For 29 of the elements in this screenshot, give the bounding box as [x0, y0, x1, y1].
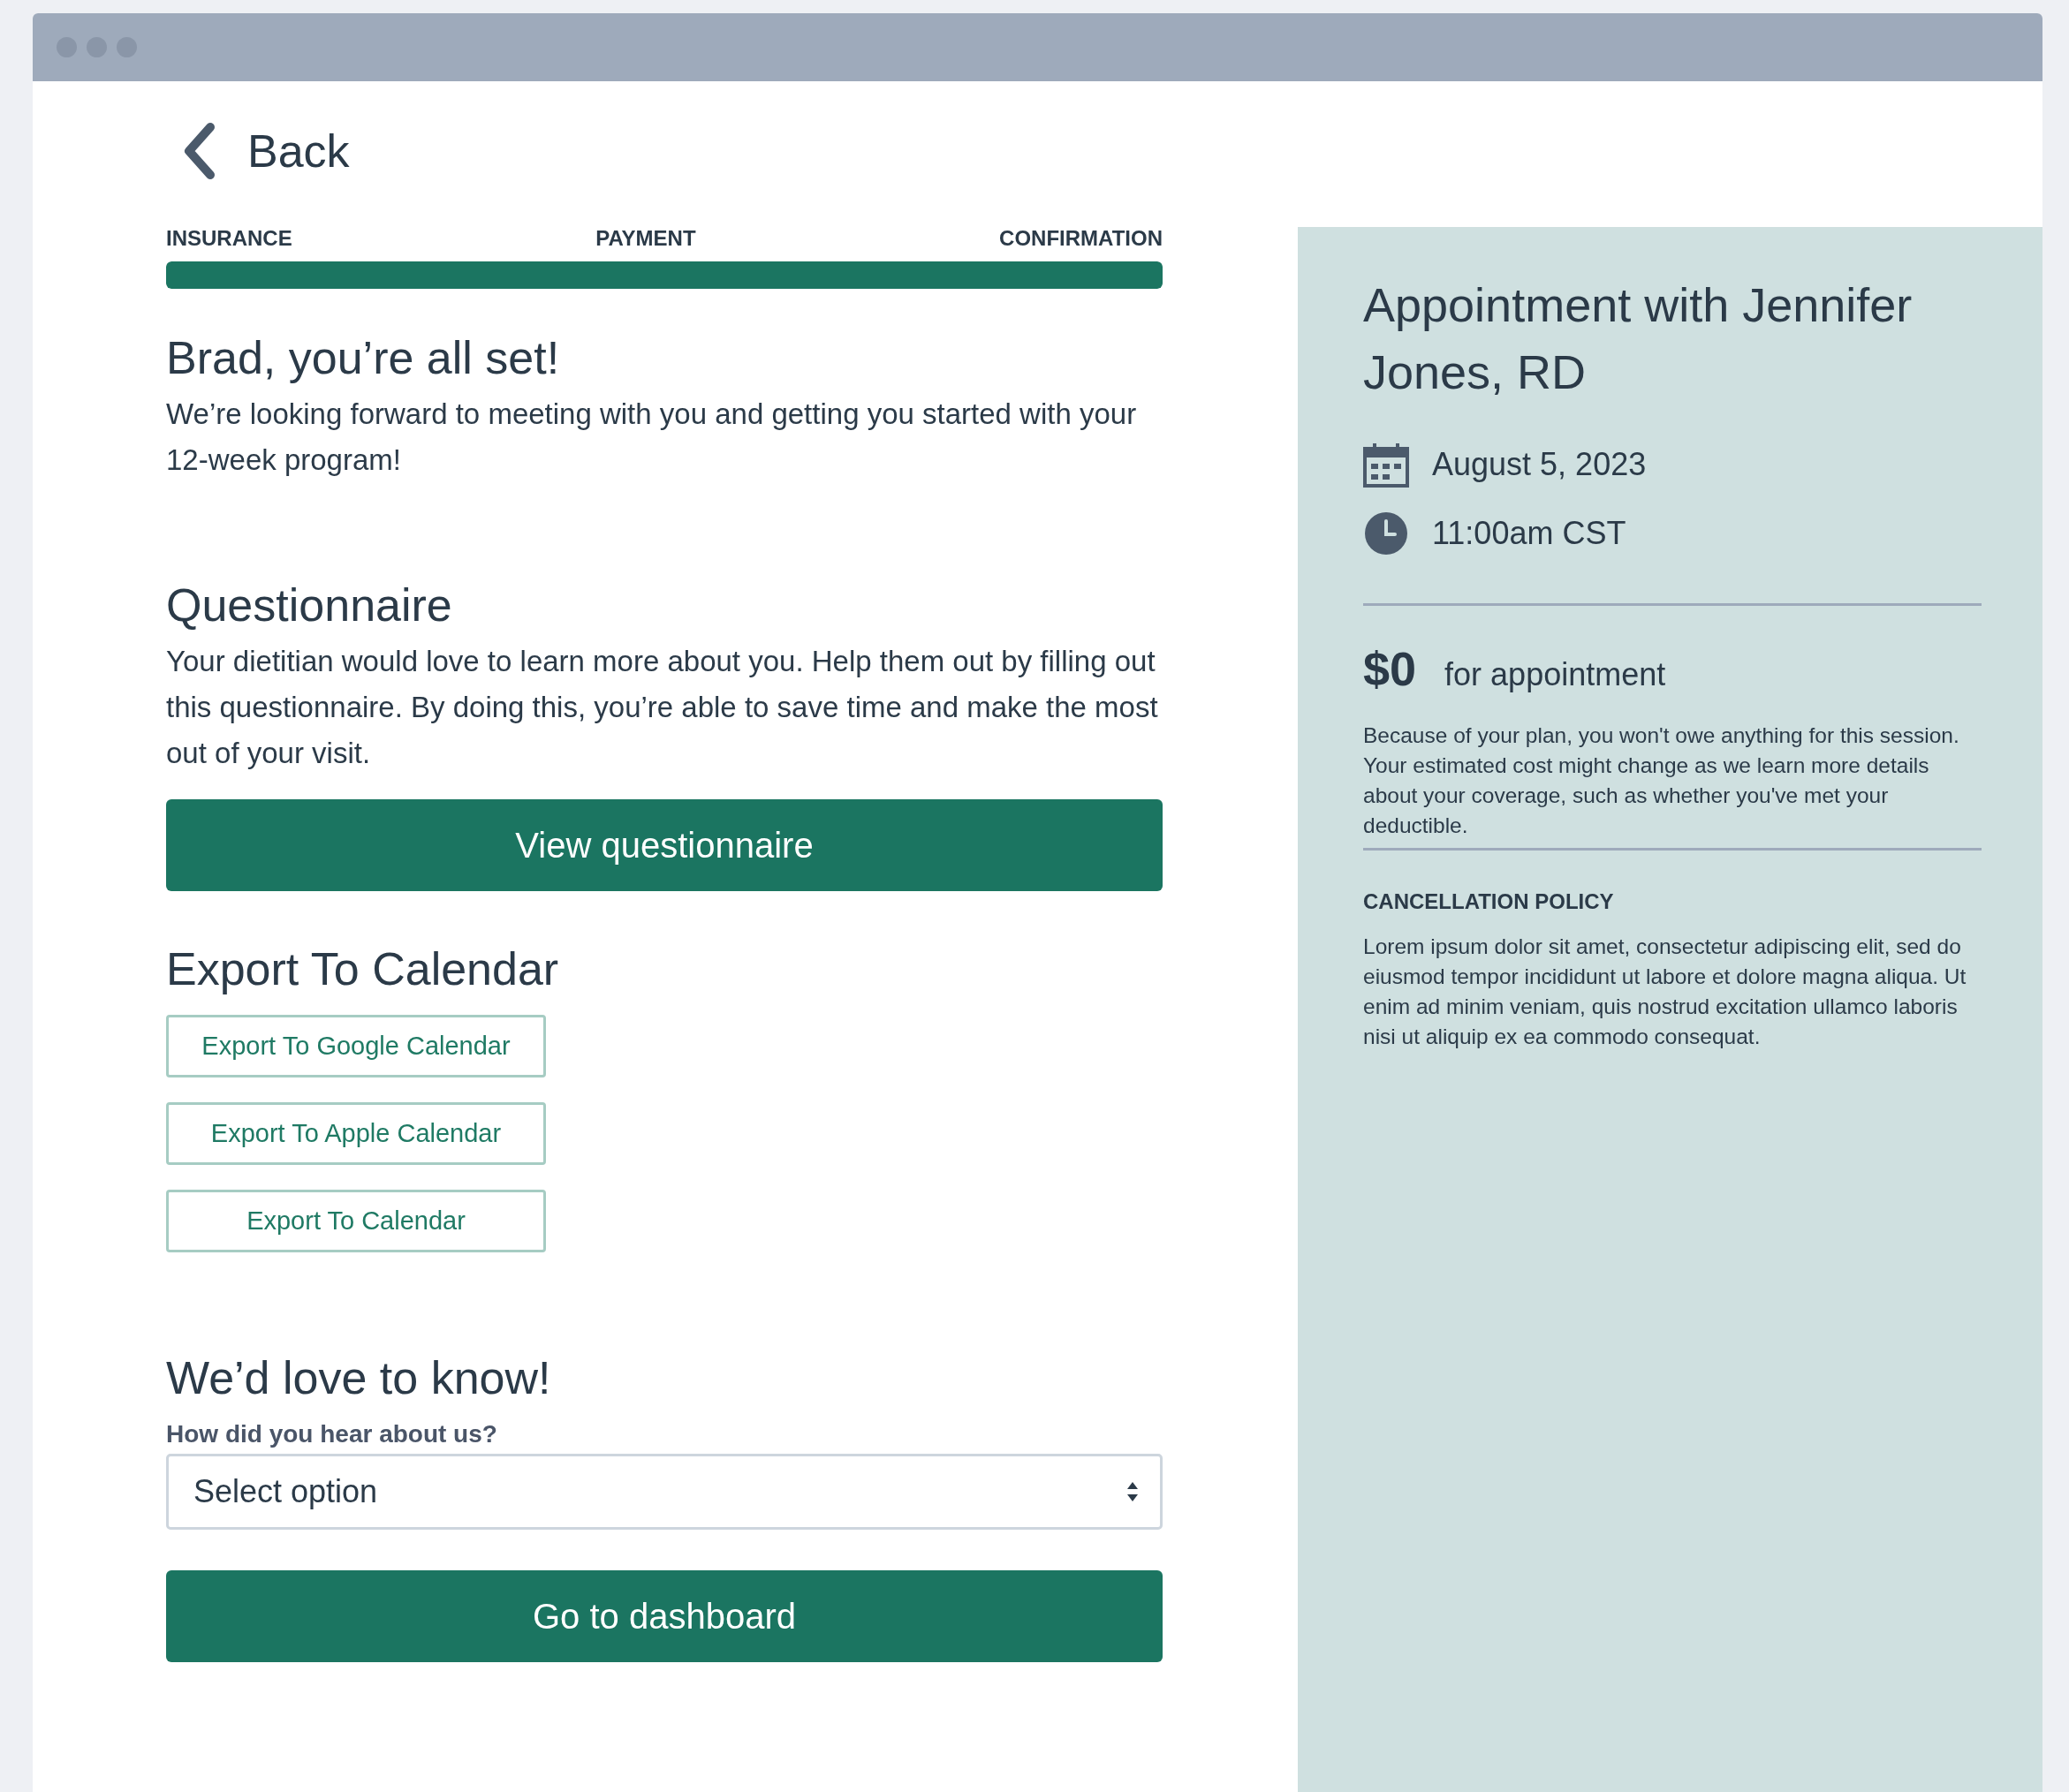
- appointment-time: 11:00am CST: [1432, 515, 1626, 552]
- price-note: for appointment: [1444, 656, 1666, 693]
- heading: Export To Calendar: [166, 942, 560, 996]
- cost-note: Because of your plan, you won't owe anything for this session. Your estimated cost might change as we learn more details about your coverage, such as whether you've met your deductible.: [1363, 722, 1960, 839]
- appointment-title: Appointment with Jennifer Jones, RD: [1363, 277, 1914, 400]
- field-label: How did you hear about us?: [166, 1420, 498, 1448]
- price: $0: [1363, 641, 1417, 696]
- select-field[interactable]: Select option: [166, 1454, 1163, 1530]
- heading: Questionnaire: [166, 578, 453, 632]
- dashboard-button[interactable]: Go to dashboard: [166, 1570, 1163, 1662]
- paragraph: We’re looking forward to meeting with you and getting you started with your 12-week program!: [166, 397, 1138, 478]
- export-button[interactable]: Export To Google Calendar: [166, 1015, 546, 1077]
- step-label: PAYMENT: [595, 226, 696, 251]
- policy-text: Lorem ipsum dolor sit amet, consectetur adipiscing elit, sed do eiusmod tempor incididunt ut labore et dolore magna aliqua. Ut enim ad minim veniam, quis nostrud excitation ullamco laboris nisi ut aliquip ex ea commodo consequat.: [1363, 934, 1967, 1050]
- sort-icon: [1126, 1481, 1139, 1502]
- clock-icon: [1363, 510, 1409, 556]
- appointment-date: August 5, 2023: [1432, 446, 1647, 483]
- export-button[interactable]: Export To Apple Calendar: [166, 1102, 546, 1165]
- policy-title: CANCELLATION POLICY: [1363, 889, 1614, 914]
- export-button[interactable]: Export To Calendar: [166, 1190, 546, 1252]
- back-icon[interactable]: [182, 122, 217, 180]
- view-questionnaire-button[interactable]: View questionnaire: [166, 799, 1163, 891]
- paragraph: Your dietitian would love to learn more about you. Help them out by filling out this questionnaire. By doing this, you’re able to save time and make the most out of your visit.: [166, 644, 1159, 771]
- heading: Brad, you’re all set!: [166, 331, 561, 385]
- step-label: CONFIRMATION: [999, 226, 1163, 251]
- step-label: INSURANCE: [166, 226, 292, 251]
- heading: We’d love to know!: [166, 1351, 552, 1405]
- calendar-icon: [1363, 442, 1409, 488]
- back-link[interactable]: Back: [247, 125, 350, 178]
